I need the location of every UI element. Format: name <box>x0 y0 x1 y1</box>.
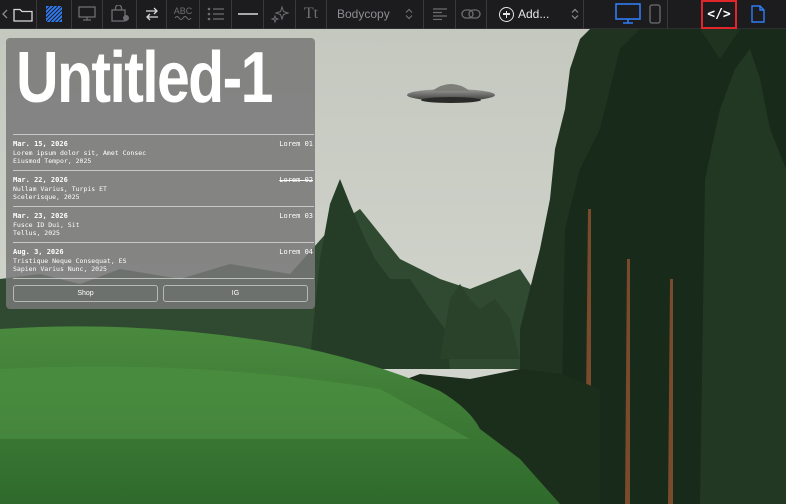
event-line: Tristique Neque Consequat, ES <box>13 257 127 265</box>
desktop-preview-icon[interactable] <box>613 0 643 29</box>
text-style-icon[interactable]: Tt <box>296 0 326 29</box>
mobile-preview-icon[interactable] <box>643 0 667 29</box>
event-line: Fusce ID Dui, Sit <box>13 221 80 229</box>
event-tag: Lorem 03 <box>279 212 313 220</box>
select-chevron-icon <box>405 8 413 20</box>
add-button[interactable]: Add... <box>487 0 583 29</box>
event-date: Mar. 15, 2026 <box>13 140 68 148</box>
event-line: Scelerisque, 2025 <box>13 193 80 201</box>
list-divider <box>13 278 314 279</box>
event-line: Tellus, 2025 <box>13 229 60 237</box>
code-label: </> <box>707 6 731 22</box>
event-line: Sapien Varius Nunc, 2025 <box>13 265 107 273</box>
folder-icon[interactable] <box>10 0 36 29</box>
ig-button[interactable]: IG <box>163 285 308 302</box>
page-icon[interactable] <box>747 0 769 29</box>
list-item[interactable]: Mar. 23, 2026 Fusce ID Dui, Sit Tellus, … <box>13 206 314 242</box>
text-style-label: Tt <box>303 5 319 22</box>
list-icon[interactable] <box>200 0 231 29</box>
event-tag: Lorem 01 <box>279 140 313 148</box>
event-date: Aug. 3, 2026 <box>13 248 64 256</box>
spellcheck-icon[interactable]: ABC <box>167 0 199 29</box>
event-tag: Lorem 04 <box>279 248 313 256</box>
event-date: Mar. 23, 2026 <box>13 212 68 220</box>
event-line: Lorem ipsum dolor sit, Amet Consec <box>13 149 147 157</box>
event-tag: Lorem 02 <box>279 176 313 184</box>
list-item[interactable]: Mar. 15, 2026 Lorem ipsum dolor sit, Ame… <box>13 134 314 170</box>
list-item[interactable]: Aug. 3, 2026 Tristique Neque Consequat, … <box>13 242 314 278</box>
event-list: Mar. 15, 2026 Lorem ipsum dolor sit, Ame… <box>13 134 314 279</box>
event-date: Mar. 22, 2026 <box>13 176 68 184</box>
add-icon <box>499 6 514 22</box>
toolbar: ABC Tt Bodycopy Add... </> <box>0 0 786 29</box>
paragraph-style-select[interactable]: Bodycopy <box>327 0 423 29</box>
divider-line-icon[interactable] <box>232 0 263 29</box>
sparkle-icon[interactable] <box>264 0 295 29</box>
event-line: Nullam Varius, Turpis ET <box>13 185 107 193</box>
page-title: Untitled-1 <box>16 38 273 118</box>
event-line: Eiusmod Tempor, 2025 <box>13 157 92 165</box>
bag-icon[interactable] <box>103 0 136 29</box>
layout-icon[interactable] <box>37 0 71 29</box>
link-icon[interactable] <box>456 0 486 29</box>
add-label: Add... <box>518 7 550 21</box>
shop-button[interactable]: Shop <box>13 285 158 302</box>
paragraph-style-value: Bodycopy <box>337 7 390 21</box>
spellcheck-label: ABC <box>173 6 193 16</box>
design-canvas[interactable]: Untitled-1 Mar. 15, 2026 Lorem ipsum dol… <box>0 29 786 504</box>
code-icon[interactable]: </> <box>701 0 737 29</box>
list-item[interactable]: Mar. 22, 2026 Nullam Varius, Turpis ET S… <box>13 170 314 206</box>
events-panel: Untitled-1 Mar. 15, 2026 Lorem ipsum dol… <box>6 38 315 309</box>
swap-arrows-icon[interactable] <box>137 0 166 29</box>
add-chevron-icon <box>571 8 579 20</box>
back-chevron-icon[interactable] <box>0 0 10 29</box>
monitor-outline-icon[interactable] <box>72 0 102 29</box>
align-icon[interactable] <box>424 0 455 29</box>
panel-button-row: Shop IG <box>13 285 308 302</box>
